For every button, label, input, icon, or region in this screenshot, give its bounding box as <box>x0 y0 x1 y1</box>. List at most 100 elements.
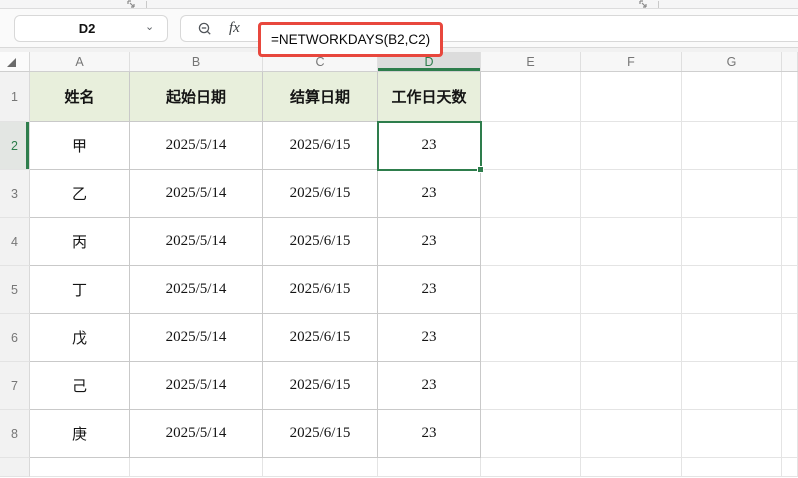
cell-G3[interactable] <box>682 170 782 218</box>
cell-F8[interactable] <box>581 410 682 458</box>
cell-H1[interactable] <box>782 72 798 122</box>
formula-bar: D2 ⌄ fx =NETWORKDAYS(B2,C2) <box>0 9 798 57</box>
dialog-launcher-icon[interactable] <box>639 0 648 8</box>
cell-E6[interactable] <box>481 314 581 362</box>
row-header-4[interactable]: 4 <box>0 218 30 266</box>
cell-A9[interactable] <box>30 458 130 477</box>
cell-F6[interactable] <box>581 314 682 362</box>
cell-D6[interactable]: 23 <box>378 314 481 362</box>
cell-D1[interactable]: 工作日天数 <box>378 72 481 122</box>
cell-H5[interactable] <box>782 266 798 314</box>
select-all-corner[interactable] <box>0 52 30 71</box>
cell-H3[interactable] <box>782 170 798 218</box>
cell-A2[interactable]: 甲 <box>30 122 130 170</box>
cell-G8[interactable] <box>682 410 782 458</box>
cell-H6[interactable] <box>782 314 798 362</box>
cell-H9[interactable] <box>782 458 798 477</box>
name-box[interactable]: D2 ⌄ <box>14 15 168 42</box>
cell-C2[interactable]: 2025/6/15 <box>263 122 378 170</box>
cell-A3[interactable]: 乙 <box>30 170 130 218</box>
cell-C9[interactable] <box>263 458 378 477</box>
cell-B4[interactable]: 2025/5/14 <box>130 218 263 266</box>
cell-B7[interactable]: 2025/5/14 <box>130 362 263 410</box>
column-header-G[interactable]: G <box>682 52 782 71</box>
cell-E5[interactable] <box>481 266 581 314</box>
formula-input[interactable]: =NETWORKDAYS(B2,C2) <box>271 32 430 47</box>
cell-C7[interactable]: 2025/6/15 <box>263 362 378 410</box>
cell-E3[interactable] <box>481 170 581 218</box>
cell-A8[interactable]: 庚 <box>30 410 130 458</box>
cell-G1[interactable] <box>682 72 782 122</box>
cell-B3[interactable]: 2025/5/14 <box>130 170 263 218</box>
cell-E4[interactable] <box>481 218 581 266</box>
cell-A6[interactable]: 戊 <box>30 314 130 362</box>
cell-A7[interactable]: 己 <box>30 362 130 410</box>
row-header-8[interactable]: 8 <box>0 410 30 458</box>
row-header-3[interactable]: 3 <box>0 170 30 218</box>
cell-F7[interactable] <box>581 362 682 410</box>
cell-G5[interactable] <box>682 266 782 314</box>
cell-B1[interactable]: 起始日期 <box>130 72 263 122</box>
cell-C5[interactable]: 2025/6/15 <box>263 266 378 314</box>
cell-A4[interactable]: 丙 <box>30 218 130 266</box>
cell-D7[interactable]: 23 <box>378 362 481 410</box>
cell-E9[interactable] <box>481 458 581 477</box>
cell-B2[interactable]: 2025/5/14 <box>130 122 263 170</box>
cell-C3[interactable]: 2025/6/15 <box>263 170 378 218</box>
row-header-6[interactable]: 6 <box>0 314 30 362</box>
column-header-partial[interactable] <box>782 52 798 71</box>
zoom-out-icon[interactable] <box>197 21 213 37</box>
cell-G6[interactable] <box>682 314 782 362</box>
cell-F2[interactable] <box>581 122 682 170</box>
column-header-A[interactable]: A <box>30 52 130 71</box>
cell-A5[interactable]: 丁 <box>30 266 130 314</box>
cell-E7[interactable] <box>481 362 581 410</box>
chevron-down-icon[interactable]: ⌄ <box>145 20 167 33</box>
cell-D5[interactable]: 23 <box>378 266 481 314</box>
fill-handle[interactable] <box>477 166 484 173</box>
row-header-7[interactable]: 7 <box>0 362 30 410</box>
cell-B6[interactable]: 2025/5/14 <box>130 314 263 362</box>
cell-G9[interactable] <box>682 458 782 477</box>
cell-B9[interactable] <box>130 458 263 477</box>
cell-E2[interactable] <box>481 122 581 170</box>
cell-H8[interactable] <box>782 410 798 458</box>
table-row <box>0 458 798 477</box>
cell-G2[interactable] <box>682 122 782 170</box>
cell-F3[interactable] <box>581 170 682 218</box>
cell-E1[interactable] <box>481 72 581 122</box>
row-header-1[interactable]: 1 <box>0 72 30 122</box>
selection-box[interactable] <box>377 121 484 173</box>
column-header-E[interactable]: E <box>481 52 581 71</box>
cell-F4[interactable] <box>581 218 682 266</box>
cell-C6[interactable]: 2025/6/15 <box>263 314 378 362</box>
cell-B8[interactable]: 2025/5/14 <box>130 410 263 458</box>
cell-H7[interactable] <box>782 362 798 410</box>
cell-C8[interactable]: 2025/6/15 <box>263 410 378 458</box>
cell-F1[interactable] <box>581 72 682 122</box>
row-header-5[interactable]: 5 <box>0 266 30 314</box>
row-header-2[interactable]: 2 <box>0 122 30 170</box>
cell-D3[interactable]: 23 <box>378 170 481 218</box>
cell-G7[interactable] <box>682 362 782 410</box>
cell-D8[interactable]: 23 <box>378 410 481 458</box>
insert-function-icon[interactable]: fx <box>229 20 240 37</box>
column-header-B[interactable]: B <box>130 52 263 71</box>
dialog-launcher-icon[interactable] <box>127 0 136 8</box>
cell-F9[interactable] <box>581 458 682 477</box>
cell-C1[interactable]: 结算日期 <box>263 72 378 122</box>
cell-H4[interactable] <box>782 218 798 266</box>
table-row: 3 乙 2025/5/14 2025/6/15 23 <box>0 170 798 218</box>
cell-H2[interactable] <box>782 122 798 170</box>
cell-A1[interactable]: 姓名 <box>30 72 130 122</box>
row-header-partial[interactable] <box>0 458 30 477</box>
cell-B5[interactable]: 2025/5/14 <box>130 266 263 314</box>
cell-C4[interactable]: 2025/6/15 <box>263 218 378 266</box>
cell-D9[interactable] <box>378 458 481 477</box>
cell-F5[interactable] <box>581 266 682 314</box>
cell-E8[interactable] <box>481 410 581 458</box>
cell-D4[interactable]: 23 <box>378 218 481 266</box>
column-header-F[interactable]: F <box>581 52 682 71</box>
table-row: 8 庚 2025/5/14 2025/6/15 23 <box>0 410 798 458</box>
cell-G4[interactable] <box>682 218 782 266</box>
